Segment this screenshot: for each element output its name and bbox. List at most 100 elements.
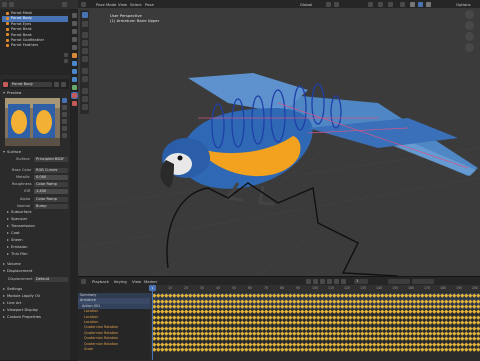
display-mode-icon[interactable] [9,2,14,7]
view-menu[interactable]: View [118,2,127,7]
channel-row-armature[interactable]: Armature [78,298,150,304]
keyframe[interactable] [476,331,480,336]
pan-hand-icon[interactable] [465,21,474,30]
surface-section-header[interactable]: Surface [2,150,68,156]
cursor-tool-icon[interactable] [81,21,88,27]
line-art-section-header[interactable]: Line Art [2,301,68,307]
jump-end-icon[interactable] [341,278,346,284]
hair-preview-icon[interactable] [62,126,67,131]
keyframe[interactable] [476,299,480,303]
transform-orientation-selector[interactable]: Global [300,2,312,7]
annotate-tool-icon[interactable] [81,68,88,74]
preview-section-header[interactable]: Preview [2,91,68,97]
playhead-frame-indicator[interactable]: 1 [149,285,156,291]
metallic-field[interactable]: 0.000 [34,175,68,180]
playhead[interactable] [152,285,153,360]
data-tab-icon[interactable] [71,85,77,90]
texture-tab-icon[interactable] [71,101,77,106]
relax-tool-icon[interactable] [81,96,88,102]
sphere-preview-icon[interactable] [62,98,67,103]
overlay-icon[interactable] [388,1,393,7]
displacement-field[interactable]: Default [34,277,68,282]
keyframe[interactable] [476,320,480,325]
add-slot-icon[interactable] [64,53,68,57]
roughness-field[interactable]: Color Ramp [34,182,68,187]
cube-preview-icon[interactable] [62,112,67,117]
keyframe[interactable] [476,315,480,319]
current-frame-field[interactable]: 1 [354,278,368,284]
gizmo-icon[interactable] [378,1,383,7]
keyframe[interactable] [476,293,480,298]
filter-icon[interactable] [62,2,67,7]
physics-tab-icon[interactable] [71,77,77,82]
start-frame-field[interactable] [388,278,410,284]
outliner-item[interactable]: Parrot Beak [2,33,68,38]
keyframe[interactable] [476,336,480,341]
channel-row[interactable]: Location [78,315,150,320]
camera-view-icon[interactable] [465,32,474,41]
displacement-section-header[interactable]: Displacement [2,269,68,275]
alpha-field[interactable]: Color Ramp [34,197,68,202]
monkey-preview-icon[interactable] [62,119,67,124]
jump-start-icon[interactable] [306,278,311,284]
rotate-tool-icon[interactable] [81,40,88,46]
thin-film-section-header[interactable]: Thin Film [6,252,72,258]
render-tab-icon[interactable] [71,21,77,26]
channel-row[interactable]: Location [78,309,150,314]
channel-row[interactable]: Quaternion Rotation [78,325,150,330]
xray-icon[interactable] [400,1,405,7]
plane-preview-icon[interactable] [62,105,67,110]
transform-tool-icon[interactable] [81,56,88,62]
play-reverse-icon[interactable] [320,278,325,284]
play-icon[interactable] [327,278,332,284]
mode-selector[interactable]: Pose Mode [96,2,116,7]
channel-row[interactable]: Scale [78,347,150,352]
select-box-tool-icon[interactable] [81,12,88,18]
sheen-section-header[interactable]: Sheen [6,238,72,244]
emission-section-header[interactable]: Emission [6,245,72,251]
keyframe-area[interactable] [150,292,480,360]
perspective-toggle-icon[interactable] [465,43,474,52]
modifier-tab-icon[interactable] [71,61,77,66]
material-tab-icon[interactable] [70,92,78,99]
snap-icon[interactable] [334,1,339,7]
specular-section-header[interactable]: Specular [6,217,72,223]
keyframe[interactable] [476,342,480,346]
world-tab-icon[interactable] [71,45,77,50]
world-preview-icon[interactable] [62,133,67,138]
editor-type-icon[interactable] [81,278,86,284]
next-keyframe-icon[interactable] [334,278,339,284]
ior-field[interactable]: 1.450 [34,189,68,194]
editor-type-icon[interactable] [2,2,7,7]
pivot-icon[interactable] [326,1,331,7]
module-section-header[interactable]: Module Liquify Oil [2,294,68,300]
transmission-section-header[interactable]: Transmission [6,224,72,230]
rendered-shading-icon[interactable] [426,1,431,7]
remove-slot-icon[interactable] [64,59,68,63]
move-tool-icon[interactable] [81,32,88,38]
output-tab-icon[interactable] [71,29,77,34]
custom-properties-section-header[interactable]: Custom Properties [2,315,68,321]
outliner-item-selected[interactable]: Parrot Body [2,16,68,22]
surface-shader-field[interactable]: Principled BSDF [34,157,68,162]
base-color-field[interactable]: RGB Curves [34,168,68,173]
keyframe[interactable] [476,304,480,309]
outliner-item[interactable]: Parrot Beak [2,27,68,32]
fake-user-icon[interactable] [54,81,59,87]
viewport-display-section-header[interactable]: Viewport Display [2,308,68,314]
coat-section-header[interactable]: Coat [6,231,72,237]
material-name-field[interactable]: Parrot Body [10,81,52,87]
tool-tab-icon[interactable] [71,13,77,18]
marker-menu[interactable]: Marker [144,279,157,284]
pose-menu[interactable]: Pose [145,2,154,7]
view-menu[interactable]: View [132,279,141,284]
push-pull-tool-icon[interactable] [81,104,88,110]
bone-roll-tool-icon[interactable] [81,88,88,94]
scale-tool-icon[interactable] [81,48,88,54]
normal-field[interactable]: Bump [34,204,68,209]
channel-row[interactable]: Quaternion Rotation [78,336,150,341]
scene-tab-icon[interactable] [71,37,77,42]
prev-keyframe-icon[interactable] [313,278,318,284]
frame-ruler[interactable]: 0102030405060708090100110120130140150160… [150,285,480,292]
new-material-icon[interactable] [61,81,66,87]
